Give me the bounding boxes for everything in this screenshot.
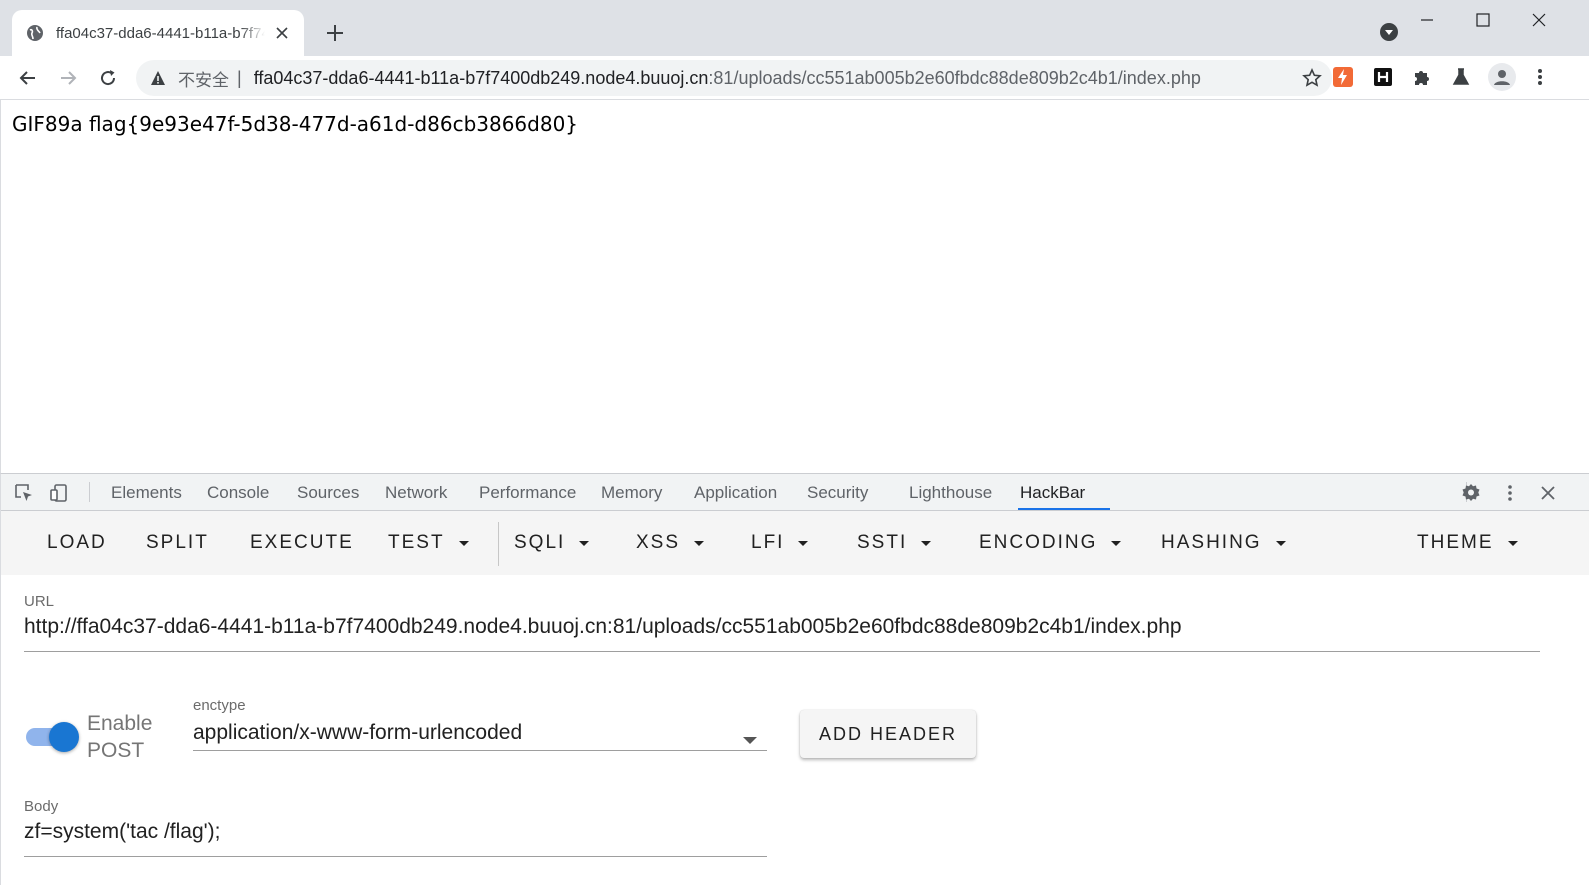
caret-down-icon (1275, 540, 1286, 546)
body-input[interactable]: zf=system('tac /flag'); (24, 820, 221, 844)
close-tab-icon[interactable] (273, 23, 292, 43)
enable-post-label-line1: Enable (87, 712, 153, 735)
browser-menu-icon[interactable] (1529, 66, 1551, 88)
url-input[interactable]: http://ffa04c37-dda6-4441-b11a-b7f7400db… (24, 615, 1182, 639)
tab-sources[interactable]: Sources (297, 474, 359, 511)
load-button[interactable]: LOAD (47, 511, 107, 575)
page-content-text: GIF89a flag{9e93e47f-5d38-477d-a61d-d86c… (12, 112, 579, 136)
encoding-label: ENCODING (979, 532, 1098, 553)
address-bar[interactable]: 不安全 | ffa04c37-dda6-4441-b11a-b7f7400db2… (136, 60, 1332, 96)
browser-toolbar: 不安全 | ffa04c37-dda6-4441-b11a-b7f7400db2… (0, 56, 1589, 100)
devtools-tab-bar: Elements Console Sources Network Perform… (1, 474, 1589, 511)
extension-hackbar-icon[interactable] (1372, 66, 1394, 88)
enctype-select-underline (193, 750, 767, 751)
enable-post-label: Enable POST (87, 710, 152, 764)
lfi-dropdown[interactable]: LFI (751, 511, 809, 575)
theme-dropdown[interactable]: THEME (1417, 511, 1518, 575)
tab-application[interactable]: Application (694, 474, 777, 511)
lfi-label: LFI (751, 532, 785, 553)
active-tab-indicator (1018, 508, 1110, 510)
devtools-menu-icon[interactable] (1500, 483, 1520, 503)
caret-down-icon (458, 540, 469, 546)
sqli-dropdown[interactable]: SQLI (514, 511, 590, 575)
tab-performance[interactable]: Performance (479, 474, 576, 511)
xss-dropdown[interactable]: XSS (636, 511, 705, 575)
devtools-divider (89, 482, 90, 502)
load-label: LOAD (47, 532, 107, 553)
devtools-panel: Elements Console Sources Network Perform… (0, 473, 1589, 885)
minimize-icon[interactable] (1415, 8, 1439, 32)
back-icon[interactable] (14, 64, 42, 92)
hackbar-menu: LOAD SPLIT EXECUTE TEST SQLI XSS LFI SST… (1, 511, 1589, 575)
url-path: :81/uploads/cc551ab005b2e60fbdc88de809b2… (708, 67, 1201, 88)
add-header-button[interactable]: ADD HEADER (800, 710, 976, 758)
profile-avatar-icon[interactable] (1488, 63, 1516, 91)
bookmark-star-icon[interactable] (1302, 68, 1322, 88)
split-button[interactable]: SPLIT (146, 511, 209, 575)
ssti-dropdown[interactable]: SSTI (857, 511, 932, 575)
security-label[interactable]: 不安全 (178, 66, 229, 91)
hashing-label: HASHING (1161, 532, 1262, 553)
browser-title-bar: ffa04c37-dda6-4441-b11a-b7f7400db249.nod… (0, 0, 1589, 56)
ssti-label: SSTI (857, 532, 908, 553)
experiments-flask-icon[interactable] (1450, 66, 1472, 88)
execute-button[interactable]: EXECUTE (250, 511, 354, 575)
execute-label: EXECUTE (250, 532, 354, 553)
omnibox-separator: | (237, 67, 242, 88)
url-input-underline (24, 651, 1540, 652)
chevron-down-icon[interactable] (743, 737, 757, 744)
enable-post-label-line2: POST (87, 739, 145, 762)
caret-down-icon (1111, 540, 1122, 546)
url-field-label: URL (24, 593, 55, 610)
tab-hackbar[interactable]: HackBar (1020, 474, 1085, 511)
xss-label: XSS (636, 532, 681, 553)
page-viewport: GIF89a flag{9e93e47f-5d38-477d-a61d-d86c… (0, 100, 1589, 473)
reload-icon[interactable] (94, 64, 122, 92)
encoding-dropdown[interactable]: ENCODING (979, 511, 1122, 575)
tab-memory[interactable]: Memory (601, 474, 662, 511)
sqli-label: SQLI (514, 532, 566, 553)
caret-down-icon (798, 540, 809, 546)
enctype-select[interactable]: application/x-www-form-urlencoded (193, 721, 522, 745)
device-toolbar-icon[interactable] (49, 483, 69, 503)
close-devtools-icon[interactable] (1538, 483, 1558, 503)
forward-icon[interactable] (54, 64, 82, 92)
new-tab-icon[interactable] (324, 22, 346, 44)
test-label: TEST (388, 532, 445, 553)
theme-label: THEME (1417, 532, 1494, 553)
tab-title: ffa04c37-dda6-4441-b11a-b7f7400db249.nod… (56, 24, 265, 42)
menu-divider (498, 522, 499, 566)
tab-network[interactable]: Network (385, 474, 447, 511)
window-close-icon[interactable] (1527, 8, 1551, 32)
url-host: ffa04c37-dda6-4441-b11a-b7f7400db249.nod… (253, 67, 709, 88)
gear-icon[interactable] (1461, 483, 1481, 503)
tab-search-icon[interactable] (1380, 23, 1398, 41)
caret-down-icon (1507, 540, 1518, 546)
warning-icon[interactable] (150, 70, 166, 86)
tab-security[interactable]: Security (807, 474, 868, 511)
body-input-underline (24, 856, 767, 857)
extension-lightning-icon[interactable] (1332, 66, 1354, 88)
hashing-dropdown[interactable]: HASHING (1161, 511, 1286, 575)
enctype-label: enctype (193, 697, 246, 714)
caret-down-icon (694, 540, 705, 546)
enable-post-toggle-knob[interactable] (49, 722, 79, 752)
tab-elements[interactable]: Elements (111, 474, 182, 511)
test-dropdown[interactable]: TEST (388, 511, 469, 575)
inspect-element-icon[interactable] (14, 483, 34, 503)
tab-lighthouse[interactable]: Lighthouse (909, 474, 992, 511)
globe-icon (27, 25, 43, 41)
maximize-icon[interactable] (1471, 8, 1495, 32)
caret-down-icon (921, 540, 932, 546)
extensions-puzzle-icon[interactable] (1411, 66, 1433, 88)
tab-console[interactable]: Console (207, 474, 269, 511)
caret-down-icon (579, 540, 590, 546)
body-field-label: Body (24, 798, 59, 815)
browser-tab[interactable]: ffa04c37-dda6-4441-b11a-b7f7400db249.nod… (12, 10, 304, 56)
split-label: SPLIT (146, 532, 209, 553)
add-header-label: ADD HEADER (818, 723, 958, 744)
